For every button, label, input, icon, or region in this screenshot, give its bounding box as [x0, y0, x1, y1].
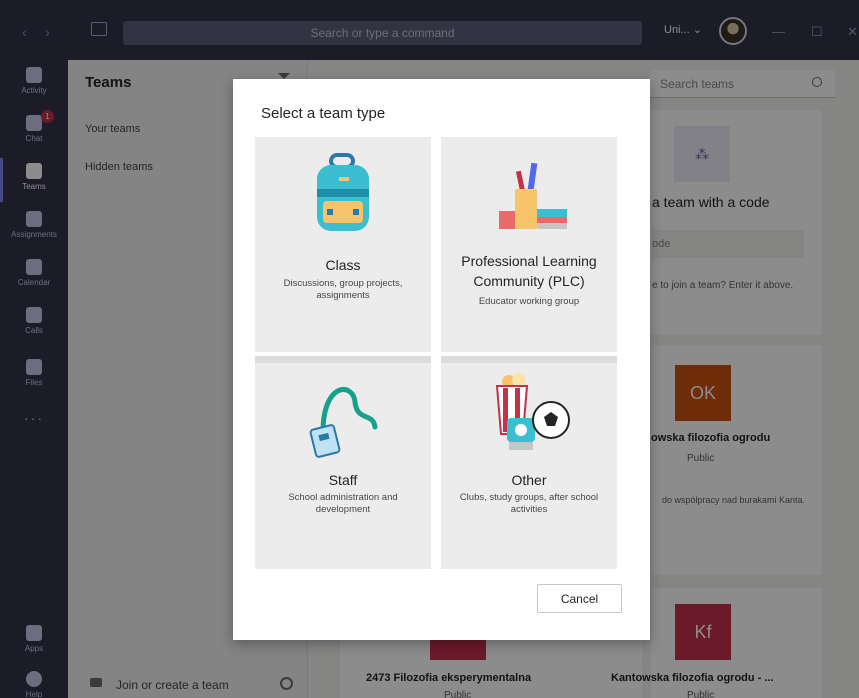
team-type-plc[interactable]: Professional Learning Community (PLC) Ed… — [441, 137, 617, 352]
team-type-name: Staff — [328, 472, 358, 488]
team-type-name: Other — [511, 472, 547, 488]
team-type-description: Educator working group — [478, 296, 580, 307]
team-type-description: Clubs, study groups, after school activi… — [459, 492, 599, 515]
divider — [441, 356, 617, 363]
popcorn-camera-ball-icon — [495, 373, 570, 450]
books-pencils-icon — [499, 162, 567, 229]
team-type-description: Discussions, group projects, assignments — [283, 278, 403, 301]
dialog-title: Select a team type — [261, 105, 386, 122]
cancel-button[interactable]: Cancel — [537, 584, 622, 613]
team-type-description: School administration and development — [288, 492, 398, 515]
team-type-class[interactable]: Class Discussions, group projects, assig… — [255, 137, 431, 352]
backpack-icon — [317, 153, 369, 231]
lanyard-badge-icon — [309, 387, 378, 458]
select-team-type-dialog: Select a team type Class Discussions, gr… — [233, 79, 650, 640]
team-type-staff[interactable]: Staff School administration and developm… — [255, 356, 431, 569]
divider — [255, 356, 431, 363]
team-type-name: Professional Learning Community (PLC) — [461, 253, 597, 289]
team-type-name: Class — [325, 257, 361, 273]
team-type-other[interactable]: Other Clubs, study groups, after school … — [441, 356, 617, 569]
